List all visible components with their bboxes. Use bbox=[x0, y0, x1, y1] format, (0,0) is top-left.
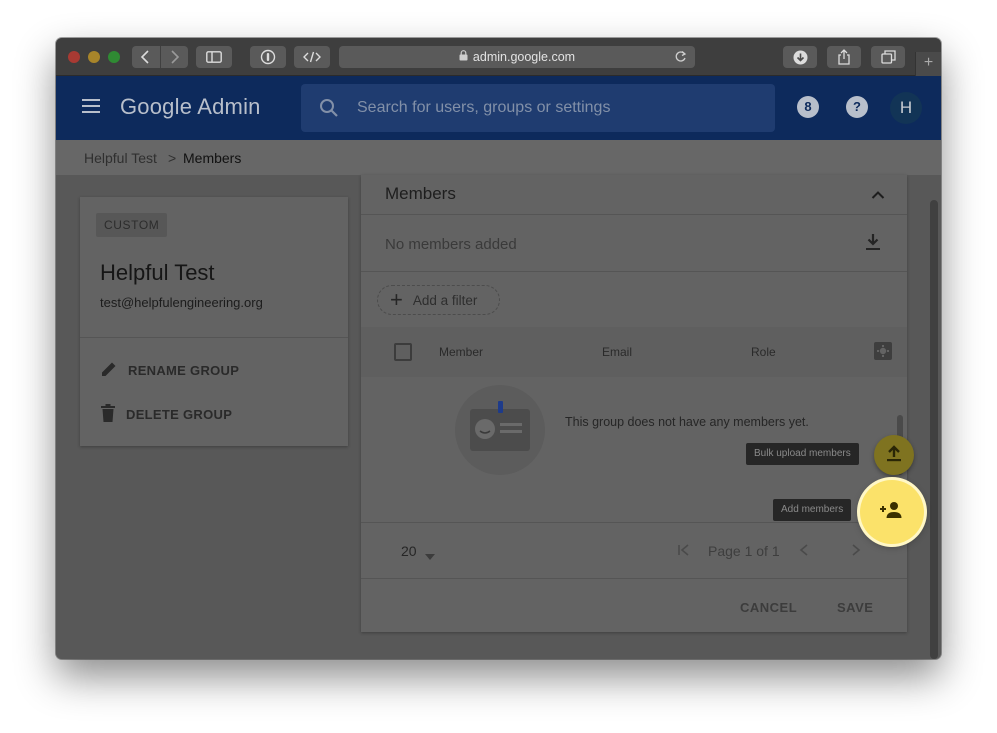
pencil-icon bbox=[100, 360, 128, 381]
empty-members-illustration bbox=[455, 385, 545, 475]
bulk-upload-tooltip: Bulk upload members bbox=[746, 443, 859, 465]
first-page-icon[interactable] bbox=[677, 543, 691, 562]
cancel-button[interactable]: CANCEL bbox=[740, 600, 797, 615]
search-placeholder: Search for users, groups or settings bbox=[357, 99, 611, 116]
members-panel: Members No members added + Add a filter … bbox=[361, 175, 907, 632]
search-bar[interactable]: Search for users, groups or settings bbox=[301, 84, 775, 132]
share-button[interactable] bbox=[827, 46, 861, 68]
no-members-text: No members added bbox=[385, 236, 517, 253]
history-nav bbox=[132, 46, 188, 68]
column-header-role[interactable]: Role bbox=[751, 345, 776, 359]
download-circle-icon bbox=[793, 50, 808, 65]
tabs-overview-button[interactable] bbox=[871, 46, 905, 68]
menu-icon[interactable] bbox=[82, 98, 102, 114]
delete-group-label: DELETE GROUP bbox=[126, 406, 233, 422]
breadcrumb: Helpful Test > Members bbox=[56, 140, 941, 175]
breadcrumb-parent[interactable]: Helpful Test bbox=[84, 150, 157, 166]
next-page-icon[interactable] bbox=[851, 543, 861, 562]
column-header-email[interactable]: Email bbox=[602, 345, 632, 359]
person-add-icon bbox=[879, 501, 905, 524]
plus-icon: + bbox=[923, 54, 934, 71]
panel-divider bbox=[361, 578, 907, 579]
group-email: test@helpfulengineering.org bbox=[100, 295, 263, 310]
column-settings-icon[interactable] bbox=[874, 342, 892, 360]
empty-members-message: This group does not have any members yet… bbox=[565, 415, 809, 429]
panel-divider bbox=[361, 522, 907, 523]
page-size-select[interactable]: 20 bbox=[401, 543, 417, 559]
address-bar[interactable]: admin.google.com bbox=[339, 46, 695, 68]
sidebar-icon bbox=[206, 51, 222, 63]
forward-icon[interactable] bbox=[168, 50, 180, 64]
download-icon[interactable] bbox=[865, 233, 881, 256]
column-header-member[interactable]: Member bbox=[439, 345, 483, 359]
account-avatar[interactable]: H bbox=[890, 92, 922, 124]
password-manager-icon bbox=[260, 49, 276, 65]
members-panel-title: Members bbox=[385, 184, 456, 203]
breadcrumb-current: Members bbox=[183, 150, 242, 166]
sidebar-toggle-button[interactable] bbox=[196, 46, 232, 68]
rename-group-button[interactable]: RENAME GROUP bbox=[100, 358, 239, 382]
help-icon[interactable]: ? bbox=[846, 96, 868, 118]
minimize-window-button[interactable] bbox=[88, 51, 100, 63]
lock-icon bbox=[459, 50, 468, 64]
share-icon bbox=[837, 49, 851, 65]
bulk-upload-members-button[interactable] bbox=[874, 435, 914, 475]
browser-window: admin.google.com + Google Admin Search f… bbox=[56, 38, 941, 659]
upload-icon bbox=[886, 444, 902, 467]
group-info-card: CUSTOM Helpful Test test@helpfulengineer… bbox=[80, 197, 348, 446]
plus-icon: + bbox=[390, 287, 403, 312]
page-indicator: Page 1 of 1 bbox=[708, 543, 780, 559]
save-button[interactable]: SAVE bbox=[837, 600, 873, 615]
pagination-bar: 20 Page 1 of 1 bbox=[361, 525, 907, 580]
members-table-header: Member Email Role bbox=[361, 327, 907, 377]
tabs-icon bbox=[880, 50, 896, 64]
select-all-checkbox[interactable] bbox=[394, 343, 412, 361]
breadcrumb-separator: > bbox=[168, 150, 177, 166]
delete-group-button[interactable]: DELETE GROUP bbox=[100, 402, 232, 426]
code-icon bbox=[303, 51, 321, 63]
url-text: admin.google.com bbox=[472, 50, 576, 64]
panel-divider bbox=[361, 271, 907, 272]
add-members-tooltip: Add members bbox=[773, 499, 852, 521]
close-window-button[interactable] bbox=[68, 51, 80, 63]
group-name: Helpful Test bbox=[100, 260, 215, 285]
trash-icon bbox=[100, 403, 126, 425]
panel-divider bbox=[361, 214, 907, 215]
caret-down-icon[interactable] bbox=[425, 547, 435, 565]
rename-group-label: RENAME GROUP bbox=[128, 362, 240, 378]
downloads-button[interactable] bbox=[783, 46, 817, 68]
reload-icon[interactable] bbox=[674, 50, 687, 66]
new-tab-button[interactable]: + bbox=[915, 52, 941, 76]
main-content: CUSTOM Helpful Test test@helpfulengineer… bbox=[56, 175, 941, 659]
page-scrollbar[interactable] bbox=[930, 200, 938, 659]
previous-page-icon[interactable] bbox=[799, 543, 809, 562]
add-filter-label: Add a filter bbox=[412, 292, 478, 308]
chevron-up-icon[interactable] bbox=[871, 187, 885, 205]
add-members-button[interactable] bbox=[860, 480, 924, 544]
app-header: Google Admin Search for users, groups or… bbox=[56, 76, 941, 140]
group-type-chip: CUSTOM bbox=[96, 213, 168, 237]
notifications-icon[interactable]: 8 bbox=[797, 96, 819, 118]
password-extension-button[interactable] bbox=[250, 46, 286, 68]
search-icon bbox=[319, 98, 339, 123]
zoom-window-button[interactable] bbox=[108, 51, 120, 63]
web-inspector-button[interactable] bbox=[294, 46, 330, 68]
back-icon[interactable] bbox=[140, 50, 152, 64]
app-logo[interactable]: Google Admin bbox=[120, 94, 261, 120]
browser-toolbar: admin.google.com + bbox=[56, 38, 941, 76]
card-divider bbox=[80, 337, 348, 338]
add-filter-button[interactable]: + Add a filter bbox=[377, 285, 500, 315]
